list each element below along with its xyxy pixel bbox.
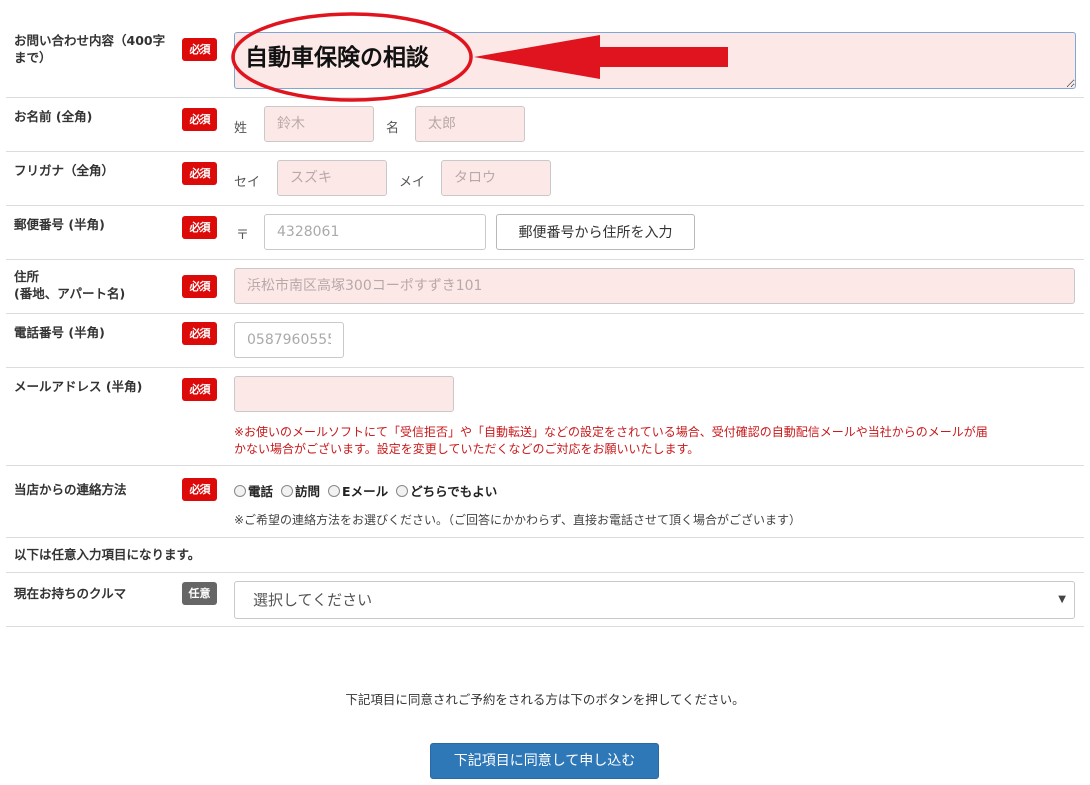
contact-method-radios: 電話 訪問 Eメール どちらでもよい xyxy=(234,481,505,500)
radio-label: 訪問 xyxy=(295,484,321,499)
radio-either[interactable]: どちらでもよい xyxy=(396,481,497,500)
radio-label: Eメール xyxy=(342,484,389,499)
radio-circle-icon[interactable] xyxy=(281,484,294,497)
required-badge: 必須 xyxy=(182,478,217,501)
kana-row: フリガナ（全角） 必須 セイ メイ xyxy=(6,152,1084,206)
sei-kana-label: セイ xyxy=(234,175,261,190)
email-warning-note: ※お使いのメールソフトにて「受信拒否」や「自動転送」などの設定をされている場合、… xyxy=(234,424,1084,458)
required-badge: 必須 xyxy=(182,322,217,345)
address-input[interactable] xyxy=(234,268,1075,304)
postal-code-input[interactable] xyxy=(264,214,486,250)
highlight-ellipse-icon xyxy=(231,12,473,102)
dropdown-caret-icon: ▼ xyxy=(1058,594,1066,605)
mei-kana-label: メイ xyxy=(399,175,426,190)
address-row: 住所 (番地、アパート名) 必須 xyxy=(6,260,1084,314)
contact-method-label: 当店からの連絡方法 xyxy=(14,482,127,497)
postal-mark: 〒 xyxy=(236,228,250,243)
name-row: お名前 (全角) 必須 姓 名 xyxy=(6,98,1084,152)
agreement-text: 下記項目に同意されご予約をされる方は下のボタンを押してください。 xyxy=(345,692,745,707)
car-select[interactable]: 選択してください ▼ xyxy=(234,581,1075,619)
last-name-input[interactable] xyxy=(264,106,374,142)
name-label: お名前 (全角) xyxy=(14,109,93,124)
email-label: メールアドレス (半角) xyxy=(14,379,143,394)
contact-method-row: 当店からの連絡方法 必須 電話 訪問 Eメール どちらでもよい ※ご希望の連絡方… xyxy=(6,466,1084,538)
address-label: 住所 (番地、アパート名) xyxy=(14,268,125,302)
car-row: 現在お持ちのクルマ 任意 選択してください ▼ xyxy=(6,573,1084,627)
phone-row: 電話番号 (半角) 必須 xyxy=(6,314,1084,368)
required-badge: 必須 xyxy=(182,275,217,298)
last-name-kana-input[interactable] xyxy=(277,160,387,196)
inquiry-label: お問い合わせ内容（400字まで） xyxy=(14,33,166,65)
car-select-value: 選択してください xyxy=(253,591,373,609)
radio-phone[interactable]: 電話 xyxy=(234,481,273,500)
address-label-line2: (番地、アパート名) xyxy=(14,286,126,301)
postal-label: 郵便番号 (半角) xyxy=(14,217,105,232)
contact-method-note: ※ご希望の連絡方法をお選びください。（ご回答にかかわらず、直接お電話させて頂く場… xyxy=(234,513,801,527)
postal-row: 郵便番号 (半角) 必須 〒 郵便番号から住所を入力 xyxy=(6,206,1084,260)
required-badge: 必須 xyxy=(182,38,217,61)
inquiry-row: お問い合わせ内容（400字まで） 必須 xyxy=(6,12,1084,102)
kana-label: フリガナ（全角） xyxy=(14,163,115,178)
optional-badge: 任意 xyxy=(182,582,217,605)
first-name-input[interactable] xyxy=(415,106,525,142)
submit-button[interactable]: 下記項目に同意して申し込む xyxy=(430,743,659,779)
email-note-line1: ※お使いのメールソフトにて「受信拒否」や「自動転送」などの設定をされている場合、… xyxy=(234,425,988,439)
radio-circle-icon[interactable] xyxy=(396,484,409,497)
optional-section-row: 以下は任意入力項目になります。 xyxy=(6,538,1084,573)
first-name-kana-input[interactable] xyxy=(441,160,551,196)
car-label: 現在お持ちのクルマ xyxy=(14,586,127,601)
radio-circle-icon[interactable] xyxy=(234,484,246,497)
email-note-line2: かない場合がございます。設定を変更していただくなどのご対応をお願いいたします。 xyxy=(234,442,700,456)
email-row: メールアドレス (半角) 必須 ※お使いのメールソフトにて「受信拒否」や「自動転… xyxy=(6,368,1084,466)
email-input[interactable] xyxy=(234,376,454,412)
required-badge: 必須 xyxy=(182,378,217,401)
required-badge: 必須 xyxy=(182,108,217,131)
radio-email[interactable]: Eメール xyxy=(328,481,388,500)
radio-visit[interactable]: 訪問 xyxy=(281,481,320,500)
annotation-arrow-icon xyxy=(474,35,728,79)
optional-section-heading: 以下は任意入力項目になります。 xyxy=(14,547,201,562)
postal-lookup-button[interactable]: 郵便番号から住所を入力 xyxy=(496,214,695,250)
radio-label: どちらでもよい xyxy=(410,484,498,499)
phone-input[interactable] xyxy=(234,322,344,358)
phone-label: 電話番号 (半角) xyxy=(14,325,105,340)
required-badge: 必須 xyxy=(182,162,217,185)
sei-label: 姓 xyxy=(234,121,248,136)
required-badge: 必須 xyxy=(182,216,217,239)
address-label-line1: 住所 xyxy=(14,269,40,284)
mei-label: 名 xyxy=(386,121,400,136)
radio-circle-icon[interactable] xyxy=(328,484,341,497)
radio-label: 電話 xyxy=(248,484,274,499)
